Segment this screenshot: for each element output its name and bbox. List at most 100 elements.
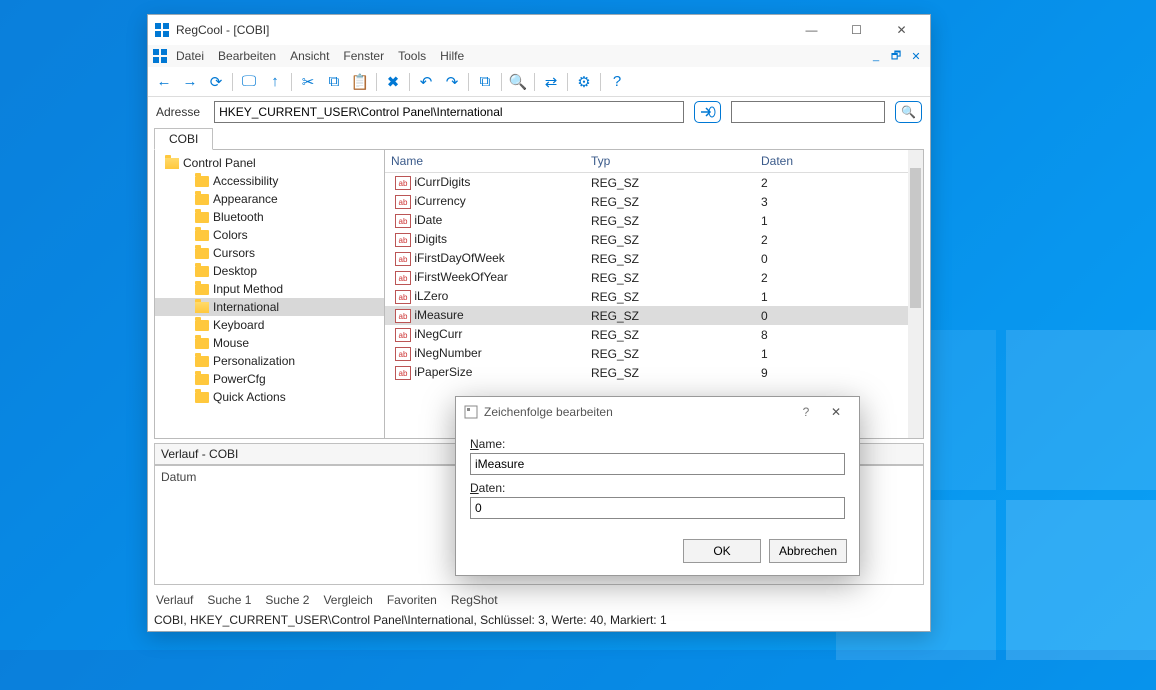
tab-favoriten[interactable]: Favoriten bbox=[387, 593, 437, 607]
tree-item-cursors[interactable]: Cursors bbox=[155, 244, 384, 262]
search-button[interactable]: 🔍 bbox=[895, 101, 922, 123]
value-type: REG_SZ bbox=[585, 176, 755, 190]
value-name: iPaperSize bbox=[414, 365, 472, 379]
tree-item-appearance[interactable]: Appearance bbox=[155, 190, 384, 208]
tree-item-personalization[interactable]: Personalization bbox=[155, 352, 384, 370]
address-input[interactable] bbox=[215, 102, 683, 122]
col-data[interactable]: Daten bbox=[755, 150, 923, 172]
delete-icon[interactable]: ✖ bbox=[383, 72, 403, 92]
list-row[interactable]: ab iCurrencyREG_SZ3 bbox=[385, 192, 923, 211]
edit-string-dialog: Zeichenfolge bearbeiten ? ✕ Name: Daten:… bbox=[455, 396, 860, 576]
list-row[interactable]: ab iLZeroREG_SZ1 bbox=[385, 287, 923, 306]
close-button[interactable]: ✕ bbox=[879, 16, 924, 44]
dialog-help-button[interactable]: ? bbox=[791, 405, 821, 419]
tab-verlauf[interactable]: Verlauf bbox=[156, 593, 193, 607]
tab-vergleich[interactable]: Vergleich bbox=[323, 593, 372, 607]
folder-icon bbox=[195, 374, 209, 385]
tree-item-powercfg[interactable]: PowerCfg bbox=[155, 370, 384, 388]
dialog-close-button[interactable]: ✕ bbox=[821, 405, 851, 419]
tree-item-mouse[interactable]: Mouse bbox=[155, 334, 384, 352]
scrollbar-thumb[interactable] bbox=[910, 168, 921, 308]
compare-icon[interactable]: ⇄ bbox=[541, 72, 561, 92]
dialog-data-input[interactable] bbox=[470, 497, 845, 519]
value-name: iLZero bbox=[414, 289, 448, 303]
list-row[interactable]: ab iMeasureREG_SZ0 bbox=[385, 306, 923, 325]
menu-datei[interactable]: Datei bbox=[170, 47, 210, 65]
tab-suche1[interactable]: Suche 1 bbox=[207, 593, 251, 607]
value-data: 1 bbox=[755, 214, 923, 228]
settings-icon[interactable]: ⚙ bbox=[574, 72, 594, 92]
tree-item-desktop[interactable]: Desktop bbox=[155, 262, 384, 280]
tree-panel[interactable]: Control PanelAccessibilityAppearanceBlue… bbox=[155, 150, 385, 438]
dialog-name-label: Name: bbox=[470, 437, 845, 451]
tree-item-quick-actions[interactable]: Quick Actions bbox=[155, 388, 384, 406]
string-icon: ab bbox=[395, 328, 411, 342]
tab-suche2[interactable]: Suche 2 bbox=[265, 593, 309, 607]
search-icon[interactable]: 🔍 bbox=[508, 72, 528, 92]
value-data: 2 bbox=[755, 176, 923, 190]
menu-tools[interactable]: Tools bbox=[392, 47, 432, 65]
list-row[interactable]: ab iFirstDayOfWeekREG_SZ0 bbox=[385, 249, 923, 268]
mdi-close-icon[interactable]: ✕ bbox=[906, 47, 926, 65]
value-name: iFirstWeekOfYear bbox=[414, 270, 507, 284]
menu-hilfe[interactable]: Hilfe bbox=[434, 47, 470, 65]
dialog-name-input[interactable] bbox=[470, 453, 845, 475]
maximize-button[interactable]: ☐ bbox=[834, 16, 879, 44]
list-row[interactable]: ab iCurrDigitsREG_SZ2 bbox=[385, 173, 923, 192]
tree-item-colors[interactable]: Colors bbox=[155, 226, 384, 244]
tab-regshot[interactable]: RegShot bbox=[451, 593, 498, 607]
search-input[interactable] bbox=[732, 102, 884, 122]
list-row[interactable]: ab iDateREG_SZ1 bbox=[385, 211, 923, 230]
tree-parent[interactable]: Control Panel bbox=[155, 154, 384, 172]
tree-item-keyboard[interactable]: Keyboard bbox=[155, 316, 384, 334]
tree-item-international[interactable]: International bbox=[155, 298, 384, 316]
mdi-restore-icon[interactable]: 🗗 bbox=[886, 47, 906, 65]
tree-item-bluetooth[interactable]: Bluetooth bbox=[155, 208, 384, 226]
monitor-icon[interactable]: 🖵 bbox=[239, 72, 259, 92]
minimize-button[interactable]: — bbox=[789, 16, 834, 44]
go-button[interactable] bbox=[694, 101, 721, 123]
list-panel[interactable]: Name Typ Daten ab iCurrDigitsREG_SZ2ab i… bbox=[385, 150, 923, 438]
value-name: iDate bbox=[414, 213, 442, 227]
cut-icon[interactable]: ✂ bbox=[298, 72, 318, 92]
list-row[interactable]: ab iDigitsREG_SZ2 bbox=[385, 230, 923, 249]
value-type: REG_SZ bbox=[585, 233, 755, 247]
string-icon: ab bbox=[395, 366, 411, 380]
string-icon: ab bbox=[395, 195, 411, 209]
help-icon[interactable]: ? bbox=[607, 72, 627, 92]
folder-icon bbox=[195, 194, 209, 205]
copy-icon[interactable]: ⧉ bbox=[324, 72, 344, 92]
forward-icon[interactable]: → bbox=[180, 72, 200, 92]
mdi-minimize-icon[interactable]: _ bbox=[866, 47, 886, 65]
paste-icon[interactable]: 📋 bbox=[350, 72, 370, 92]
tab-cobi[interactable]: COBI bbox=[154, 128, 213, 150]
windows-icon[interactable]: ⧉ bbox=[475, 72, 495, 92]
titlebar[interactable]: RegCool - [COBI] — ☐ ✕ bbox=[148, 15, 930, 45]
undo-icon[interactable]: ↶ bbox=[416, 72, 436, 92]
up-icon[interactable]: ↑ bbox=[265, 72, 285, 92]
list-scrollbar[interactable] bbox=[908, 150, 923, 438]
tree-item-accessibility[interactable]: Accessibility bbox=[155, 172, 384, 190]
refresh-icon[interactable]: ⟳ bbox=[206, 72, 226, 92]
list-row[interactable]: ab iPaperSizeREG_SZ9 bbox=[385, 363, 923, 382]
folder-icon bbox=[165, 158, 179, 169]
list-row[interactable]: ab iFirstWeekOfYearREG_SZ2 bbox=[385, 268, 923, 287]
list-row[interactable]: ab iNegNumberREG_SZ1 bbox=[385, 344, 923, 363]
statusbar: COBI, HKEY_CURRENT_USER\Control Panel\In… bbox=[148, 611, 930, 631]
redo-icon[interactable]: ↷ bbox=[442, 72, 462, 92]
back-icon[interactable]: ← bbox=[154, 72, 174, 92]
folder-icon bbox=[195, 176, 209, 187]
menu-ansicht[interactable]: Ansicht bbox=[284, 47, 335, 65]
value-data: 1 bbox=[755, 290, 923, 304]
value-data: 3 bbox=[755, 195, 923, 209]
value-type: REG_SZ bbox=[585, 309, 755, 323]
col-type[interactable]: Typ bbox=[585, 150, 755, 172]
tree-label: Input Method bbox=[213, 282, 283, 296]
menu-bearbeiten[interactable]: Bearbeiten bbox=[212, 47, 282, 65]
list-row[interactable]: ab iNegCurrREG_SZ8 bbox=[385, 325, 923, 344]
tree-item-input-method[interactable]: Input Method bbox=[155, 280, 384, 298]
col-name[interactable]: Name bbox=[385, 150, 585, 172]
cancel-button[interactable]: Abbrechen bbox=[769, 539, 847, 563]
ok-button[interactable]: OK bbox=[683, 539, 761, 563]
menu-fenster[interactable]: Fenster bbox=[337, 47, 390, 65]
